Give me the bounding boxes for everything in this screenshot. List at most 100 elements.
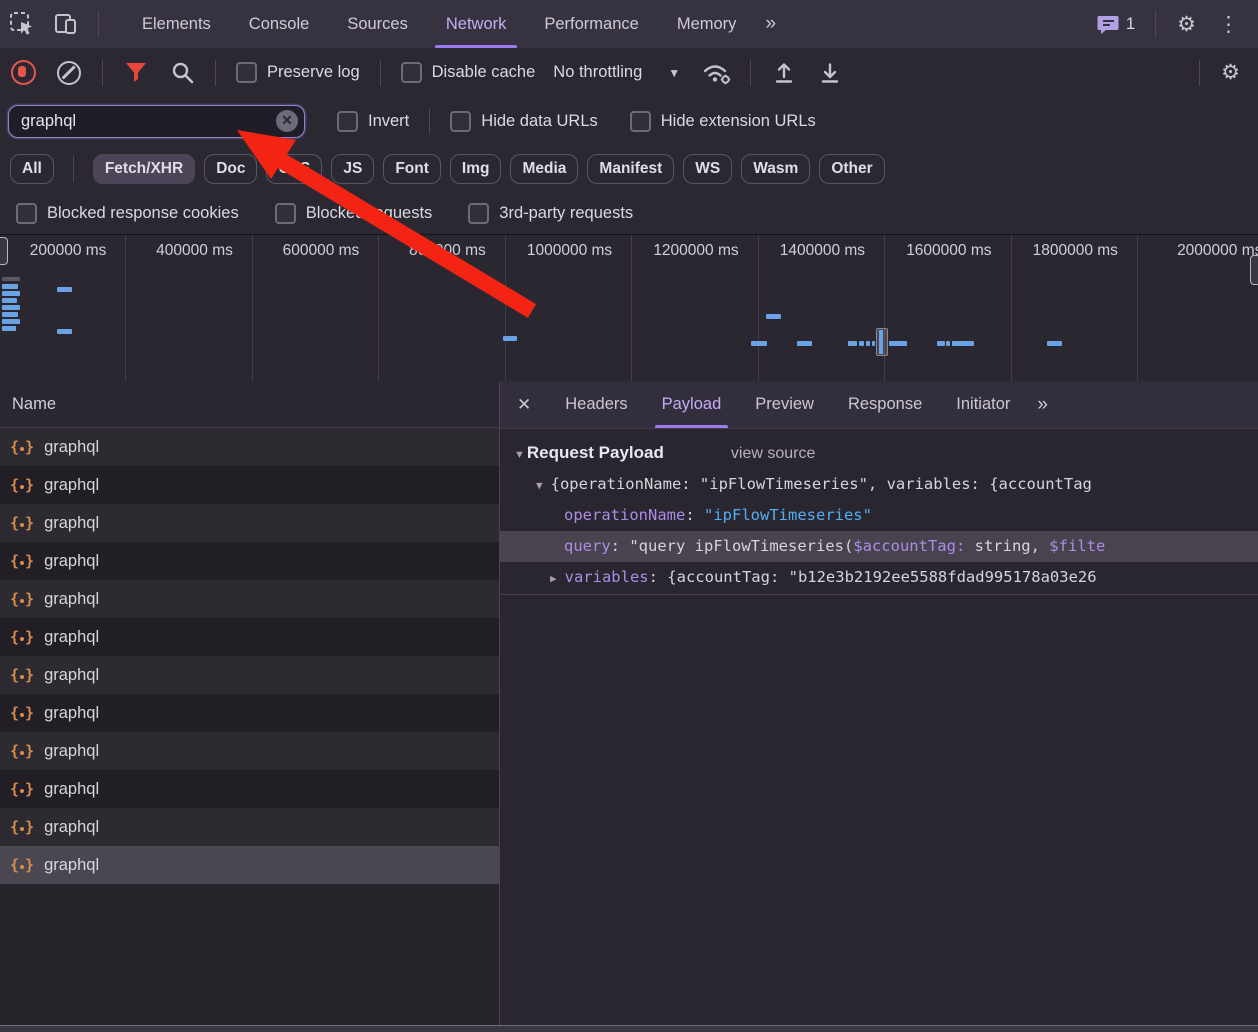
payload-line[interactable]: ▼{operationName: "ipFlowTimeseries", var… bbox=[500, 469, 1258, 500]
table-row[interactable]: {}graphql bbox=[0, 542, 499, 580]
chip-css[interactable]: CSS bbox=[266, 154, 322, 184]
table-row[interactable]: {}graphql bbox=[0, 694, 499, 732]
timeline-tick-label: 2000000 ms bbox=[1138, 235, 1258, 381]
tab-performance[interactable]: Performance bbox=[525, 0, 657, 48]
tab-sources[interactable]: Sources bbox=[328, 0, 427, 48]
checkbox-3rd-party-requests[interactable]: 3rd-party requests bbox=[458, 203, 643, 224]
hide-extension-urls-checkbox[interactable]: Hide extension URLs bbox=[620, 111, 826, 132]
waterfall-bar bbox=[2, 277, 20, 281]
checkbox-label: Blocked response cookies bbox=[47, 204, 239, 223]
checkbox-icon bbox=[630, 111, 651, 132]
json-resource-icon: {} bbox=[10, 476, 34, 494]
table-row[interactable]: {}graphql bbox=[0, 580, 499, 618]
record-network-log-button[interactable] bbox=[0, 53, 46, 93]
blocked-filters-row: Blocked response cookies Blocked requests… bbox=[0, 192, 1258, 235]
brace-open: { bbox=[10, 514, 19, 532]
more-panels-button[interactable]: » bbox=[755, 13, 784, 35]
details-tab-headers[interactable]: Headers bbox=[548, 381, 644, 428]
close-details-button[interactable]: ✕ bbox=[500, 395, 548, 415]
network-overview-timeline[interactable]: 200000 ms400000 ms600000 ms800000 ms1000… bbox=[0, 235, 1258, 382]
tab-network[interactable]: Network bbox=[427, 0, 526, 48]
details-tabs: HeadersPayloadPreviewResponseInitiator bbox=[548, 381, 1027, 428]
json-resource-icon: {} bbox=[10, 628, 34, 646]
brace-dot bbox=[20, 637, 24, 641]
network-main-split: Name {}graphql{}graphql{}graphql{}graphq… bbox=[0, 381, 1258, 1026]
filter-input[interactable] bbox=[8, 105, 305, 138]
payload-line[interactable]: operationName: "ipFlowTimeseries" bbox=[500, 500, 1258, 531]
tab-elements[interactable]: Elements bbox=[123, 0, 230, 48]
checkbox-icon bbox=[468, 203, 489, 224]
table-row[interactable]: {}graphql bbox=[0, 846, 499, 884]
json-resource-icon: {} bbox=[10, 552, 34, 570]
table-row[interactable]: {}graphql bbox=[0, 808, 499, 846]
clear-network-log-button[interactable] bbox=[46, 53, 92, 93]
chip-media[interactable]: Media bbox=[510, 154, 578, 184]
table-row[interactable]: {}graphql bbox=[0, 732, 499, 770]
twisty-down-icon[interactable]: ▼ bbox=[536, 470, 543, 500]
twisty-down-icon[interactable]: ▼ bbox=[514, 449, 525, 461]
request-name: graphql bbox=[44, 704, 99, 723]
search-network-button[interactable] bbox=[159, 53, 205, 93]
clear-filter-button[interactable]: ✕ bbox=[276, 110, 298, 132]
chip-wasm[interactable]: Wasm bbox=[741, 154, 810, 184]
details-tabbar: ✕ HeadersPayloadPreviewResponseInitiator… bbox=[500, 381, 1258, 429]
chip-fetch-xhr[interactable]: Fetch/XHR bbox=[93, 154, 195, 184]
kebab-menu-button[interactable]: ⋮ bbox=[1207, 12, 1250, 37]
overview-left-grip[interactable] bbox=[0, 237, 8, 265]
payload-line[interactable]: query: "query ipFlowTimeseries($accountT… bbox=[500, 531, 1258, 562]
throttling-dropdown[interactable]: No throttling ▼ bbox=[545, 63, 694, 82]
inspect-element-button[interactable] bbox=[0, 4, 44, 44]
request-name: graphql bbox=[44, 438, 99, 457]
details-tab-initiator[interactable]: Initiator bbox=[939, 381, 1027, 428]
chip-all[interactable]: All bbox=[10, 154, 54, 184]
network-settings-gear-button[interactable]: ⚙ bbox=[1210, 60, 1258, 85]
table-row[interactable]: {}graphql bbox=[0, 504, 499, 542]
chip-doc[interactable]: Doc bbox=[204, 154, 257, 184]
issues-counter-button[interactable]: 1 bbox=[1087, 14, 1145, 34]
table-row[interactable]: {}graphql bbox=[0, 618, 499, 656]
overview-right-grip[interactable] bbox=[1250, 255, 1258, 285]
network-conditions-button[interactable] bbox=[694, 53, 740, 93]
chip-font[interactable]: Font bbox=[383, 154, 441, 184]
table-row[interactable]: {}graphql bbox=[0, 656, 499, 694]
invert-checkbox[interactable]: Invert bbox=[327, 111, 419, 132]
timeline-tick-label: 1000000 ms bbox=[506, 235, 632, 381]
table-row[interactable]: {}graphql bbox=[0, 428, 499, 466]
payload-line[interactable]: ▶variables: {accountTag: "b12e3b2192ee55… bbox=[500, 562, 1258, 593]
table-row[interactable]: {}graphql bbox=[0, 466, 499, 504]
hide-data-urls-checkbox[interactable]: Hide data URLs bbox=[440, 111, 607, 132]
chip-manifest[interactable]: Manifest bbox=[587, 154, 674, 184]
chip-js[interactable]: JS bbox=[331, 154, 374, 184]
filter-input-wrap: ✕ bbox=[8, 105, 305, 138]
settings-gear-button[interactable]: ⚙ bbox=[1166, 12, 1207, 37]
disable-cache-checkbox[interactable]: Disable cache bbox=[391, 62, 546, 83]
brace-dot bbox=[20, 789, 24, 793]
chip-ws[interactable]: WS bbox=[683, 154, 732, 184]
waterfall-bar bbox=[57, 329, 72, 334]
table-row[interactable]: {}graphql bbox=[0, 770, 499, 808]
view-source-link[interactable]: view source bbox=[731, 445, 815, 463]
checkbox-blocked-requests[interactable]: Blocked requests bbox=[265, 203, 443, 224]
tab-console[interactable]: Console bbox=[230, 0, 329, 48]
name-column-header[interactable]: Name bbox=[0, 381, 499, 428]
checkbox-icon bbox=[16, 203, 37, 224]
twisty-right-icon[interactable]: ▶ bbox=[550, 563, 557, 593]
checkbox-blocked-response-cookies[interactable]: Blocked response cookies bbox=[6, 203, 249, 224]
details-tab-payload[interactable]: Payload bbox=[645, 381, 739, 428]
import-har-button[interactable] bbox=[761, 53, 807, 93]
export-har-button[interactable] bbox=[807, 53, 853, 93]
issues-count: 1 bbox=[1126, 14, 1135, 34]
divider bbox=[73, 156, 74, 182]
tab-memory[interactable]: Memory bbox=[658, 0, 756, 48]
details-tab-response[interactable]: Response bbox=[831, 381, 939, 428]
waterfall-bar bbox=[57, 287, 72, 292]
details-tab-preview[interactable]: Preview bbox=[738, 381, 831, 428]
chip-other[interactable]: Other bbox=[819, 154, 884, 184]
filter-toggle-button[interactable] bbox=[113, 53, 159, 93]
chip-img[interactable]: Img bbox=[450, 154, 502, 184]
more-details-tabs-button[interactable]: » bbox=[1027, 394, 1056, 416]
preserve-log-checkbox[interactable]: Preserve log bbox=[226, 62, 370, 83]
waterfall-bar bbox=[889, 341, 907, 346]
device-toolbar-button[interactable] bbox=[44, 4, 88, 44]
brace-open: { bbox=[10, 438, 19, 456]
